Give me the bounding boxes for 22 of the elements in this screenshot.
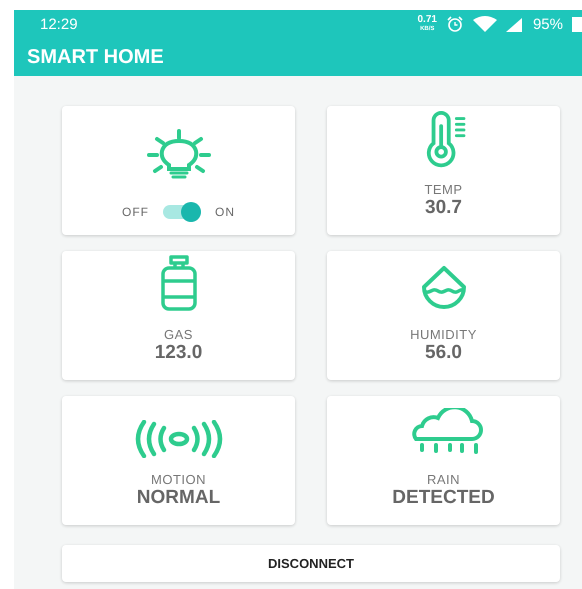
sensor-label: HUMIDITY [410, 327, 477, 342]
clock-time: 12:29 [40, 16, 78, 32]
sensor-label: GAS [164, 327, 193, 342]
off-label: OFF [122, 205, 149, 219]
sensor-label: MOTION [151, 472, 206, 487]
gas-cylinder-icon [158, 255, 198, 313]
battery-icon [572, 16, 582, 32]
on-label: ON [215, 205, 235, 219]
sensor-value: 123.0 [154, 342, 202, 364]
disconnect-button[interactable]: DISCONNECT [62, 545, 560, 582]
sensor-label: TEMP [424, 182, 463, 197]
app-title: SMART HOME [27, 46, 164, 68]
battery-level: 95% [532, 16, 563, 32]
toggle-switch[interactable] [163, 205, 201, 219]
wifi-icon [472, 16, 497, 32]
signal-icon [506, 16, 524, 32]
sensor-value: NORMAL [136, 487, 220, 509]
alarm-icon [446, 16, 464, 32]
sensor-label: RAIN [426, 472, 460, 487]
sensor-value: 30.7 [425, 197, 462, 219]
sensor-value: DETECTED [392, 487, 495, 509]
sensor-value: 56.0 [425, 342, 462, 364]
